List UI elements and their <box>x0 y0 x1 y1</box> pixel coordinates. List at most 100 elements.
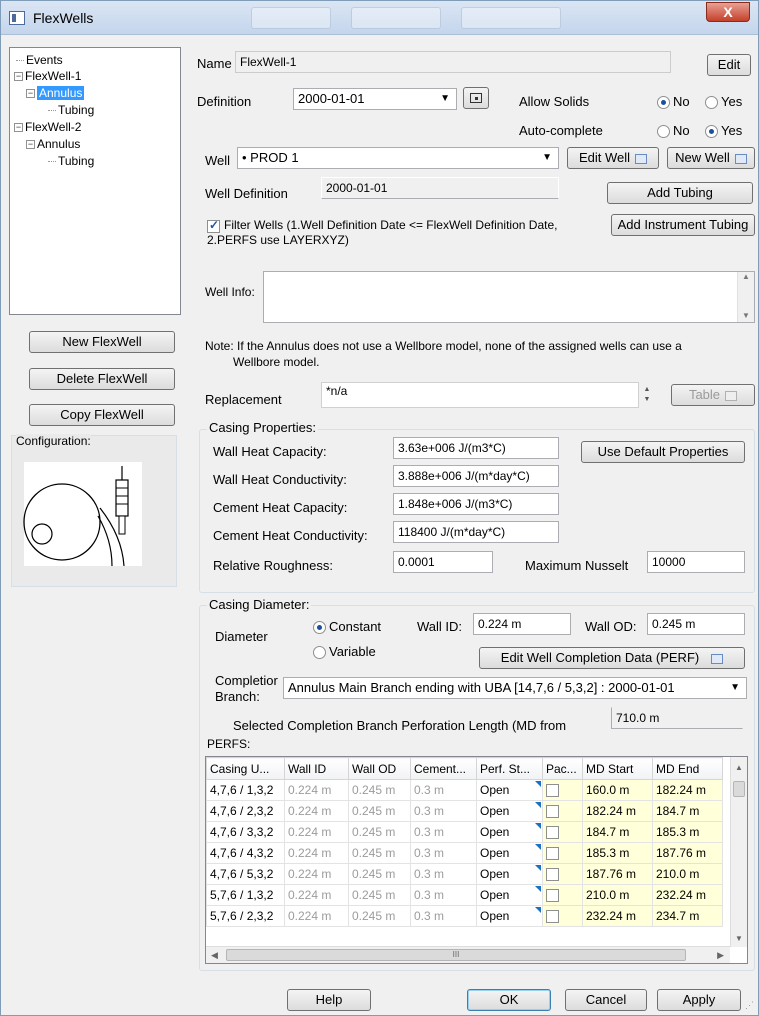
edit-well-completion-data-button[interactable]: Edit Well Completion Data (PERF) <box>479 647 745 669</box>
cell-packer[interactable] <box>542 842 583 864</box>
wall-id-input[interactable]: 0.224 m <box>473 613 571 635</box>
cell-casing-unit[interactable]: 4,7,6 / 1,3,2 <box>206 779 285 801</box>
cell-md-start[interactable]: 185.3 m <box>582 842 653 864</box>
spin-down-icon[interactable]: ▼ <box>639 395 655 405</box>
apply-button[interactable]: Apply <box>657 989 741 1011</box>
help-button[interactable]: Help <box>287 989 371 1011</box>
cement-heat-capacity-input[interactable]: 1.848e+006 J/(m3*C) <box>393 493 559 515</box>
table-row[interactable]: 4,7,6 / 1,3,2 0.224 m 0.245 m 0.3 m Open… <box>206 779 723 801</box>
collapse-icon[interactable]: − <box>26 89 35 99</box>
new-well-button[interactable]: New Well <box>667 147 755 169</box>
cell-md-start[interactable]: 182.24 m <box>582 800 653 822</box>
scroll-down-icon[interactable]: ▼ <box>738 311 754 320</box>
close-button[interactable]: X <box>706 2 750 22</box>
use-default-properties-button[interactable]: Use Default Properties <box>581 441 745 463</box>
spin-up-icon[interactable]: ▲ <box>639 385 655 395</box>
scroll-up-icon[interactable]: ▲ <box>738 272 754 281</box>
diameter-variable-radio[interactable]: Variable <box>313 644 376 660</box>
new-flexwell-button[interactable]: New FlexWell <box>29 331 175 353</box>
ok-button[interactable]: OK <box>467 989 551 1011</box>
packer-checkbox[interactable] <box>546 889 559 903</box>
cell-casing-unit[interactable]: 4,7,6 / 4,3,2 <box>206 842 285 864</box>
tree-item-annulus-1[interactable]: − Annulus <box>26 85 85 101</box>
cancel-button[interactable]: Cancel <box>565 989 647 1011</box>
name-input[interactable]: FlexWell-1 <box>235 51 671 73</box>
collapse-icon[interactable]: − <box>14 123 23 133</box>
cell-perf-status[interactable]: Open <box>476 800 543 822</box>
cell-packer[interactable] <box>542 905 583 927</box>
tree-item-events[interactable]: Events <box>16 52 63 68</box>
cell-casing-unit[interactable]: 4,7,6 / 3,3,2 <box>206 821 285 843</box>
cell-md-end[interactable]: 210.0 m <box>652 863 723 885</box>
add-instrument-tubing-button[interactable]: Add Instrument Tubing <box>611 214 755 236</box>
cell-perf-status[interactable]: Open <box>476 779 543 801</box>
auto-complete-yes-radio[interactable]: Yes <box>705 123 742 139</box>
add-tubing-button[interactable]: Add Tubing <box>607 182 753 204</box>
table-row[interactable]: 4,7,6 / 2,3,2 0.224 m 0.245 m 0.3 m Open… <box>206 800 723 822</box>
copy-flexwell-button[interactable]: Copy FlexWell <box>29 404 175 426</box>
column-header-casing-unit[interactable]: Casing U... <box>206 757 285 780</box>
packer-checkbox[interactable] <box>546 847 559 861</box>
scroll-up-icon[interactable]: ▲ <box>731 763 747 772</box>
scroll-thumb[interactable] <box>733 781 745 797</box>
wall-od-input[interactable]: 0.245 m <box>647 613 745 635</box>
cell-md-end[interactable]: 182.24 m <box>652 779 723 801</box>
perfs-grid[interactable]: Casing U... Wall ID Wall OD Cement... Pe… <box>205 756 748 964</box>
cell-perf-status[interactable]: Open <box>476 863 543 885</box>
table-row[interactable]: 5,7,6 / 1,3,2 0.224 m 0.245 m 0.3 m Open… <box>206 884 723 906</box>
cell-md-end[interactable]: 184.7 m <box>652 800 723 822</box>
collapse-icon[interactable]: − <box>26 140 35 150</box>
cell-casing-unit[interactable]: 5,7,6 / 1,3,2 <box>206 884 285 906</box>
cell-packer[interactable] <box>542 863 583 885</box>
cell-md-start[interactable]: 187.76 m <box>582 863 653 885</box>
column-header-wall-od[interactable]: Wall OD <box>348 757 411 780</box>
tree-item-tubing-2[interactable]: Tubing <box>48 153 94 169</box>
calendar-button[interactable] <box>463 87 489 109</box>
maximum-nusselt-input[interactable]: 10000 <box>647 551 745 573</box>
cell-perf-status[interactable]: Open <box>476 821 543 843</box>
edit-name-button[interactable]: Edit <box>707 54 751 76</box>
well-info-textarea[interactable]: ▲ ▼ <box>263 271 755 323</box>
perfs-vertical-scrollbar[interactable]: ▲ ▼ <box>730 757 747 947</box>
allow-solids-no-radio[interactable]: No <box>657 94 690 110</box>
scroll-thumb[interactable]: III <box>226 949 686 961</box>
packer-checkbox[interactable] <box>546 826 559 840</box>
column-header-wall-id[interactable]: Wall ID <box>284 757 349 780</box>
relative-roughness-input[interactable]: 0.0001 <box>393 551 493 573</box>
column-header-md-end[interactable]: MD End <box>652 757 723 780</box>
table-row[interactable]: 4,7,6 / 5,3,2 0.224 m 0.245 m 0.3 m Open… <box>206 863 723 885</box>
column-header-cement[interactable]: Cement... <box>410 757 477 780</box>
cell-packer[interactable] <box>542 884 583 906</box>
wall-heat-conductivity-input[interactable]: 3.888e+006 J/(m*day*C) <box>393 465 559 487</box>
tree-item-tubing-1[interactable]: Tubing <box>48 102 94 118</box>
replacement-input[interactable]: *n/a <box>321 382 639 408</box>
perfs-horizontal-scrollbar[interactable]: ◀ III ▶ <box>206 946 730 963</box>
cell-packer[interactable] <box>542 800 583 822</box>
column-header-md-start[interactable]: MD Start <box>582 757 653 780</box>
cell-md-start[interactable]: 160.0 m <box>582 779 653 801</box>
flexwell-tree[interactable]: Events − FlexWell-1 − Annulus Tubing − Flex… <box>9 47 181 315</box>
scroll-left-icon[interactable]: ◀ <box>211 950 218 961</box>
resize-grip-icon[interactable]: ⋰ <box>745 1000 754 1011</box>
cement-heat-conductivity-input[interactable]: 118400 J/(m*day*C) <box>393 521 559 543</box>
cell-perf-status[interactable]: Open <box>476 884 543 906</box>
replacement-table-button[interactable]: Table <box>671 384 755 406</box>
edit-well-button[interactable]: Edit Well <box>567 147 659 169</box>
replacement-spinner[interactable]: ▲ ▼ <box>639 385 655 407</box>
packer-checkbox[interactable] <box>546 868 559 882</box>
cell-md-end[interactable]: 187.76 m <box>652 842 723 864</box>
packer-checkbox[interactable] <box>546 910 559 924</box>
well-select[interactable]: • PROD 1 ▼ <box>237 147 559 169</box>
cell-perf-status[interactable]: Open <box>476 842 543 864</box>
definition-date-select[interactable]: 2000-01-01 ▼ <box>293 88 457 110</box>
cell-casing-unit[interactable]: 4,7,6 / 5,3,2 <box>206 863 285 885</box>
cell-casing-unit[interactable]: 4,7,6 / 2,3,2 <box>206 800 285 822</box>
tree-item-flexwell-2[interactable]: − FlexWell-2 <box>14 119 81 135</box>
cell-md-start[interactable]: 232.24 m <box>582 905 653 927</box>
auto-complete-no-radio[interactable]: No <box>657 123 690 139</box>
packer-checkbox[interactable] <box>546 805 559 819</box>
cell-md-start[interactable]: 210.0 m <box>582 884 653 906</box>
cell-casing-unit[interactable]: 5,7,6 / 2,3,2 <box>206 905 285 927</box>
wall-heat-capacity-input[interactable]: 3.63e+006 J/(m3*C) <box>393 437 559 459</box>
scroll-right-icon[interactable]: ▶ <box>717 950 724 961</box>
